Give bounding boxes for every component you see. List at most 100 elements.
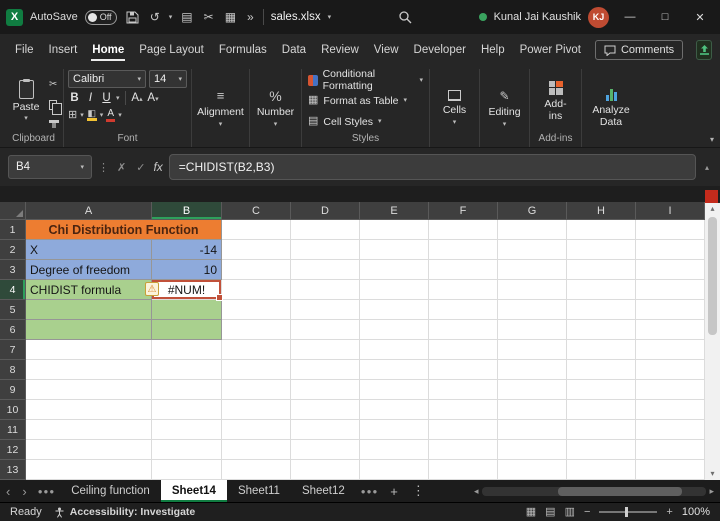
cell-B7[interactable] bbox=[152, 340, 222, 360]
italic-button[interactable]: I bbox=[84, 90, 97, 106]
cell-B8[interactable] bbox=[152, 360, 222, 380]
cell-C11[interactable] bbox=[222, 420, 291, 440]
undo-icon[interactable]: ↺ bbox=[148, 11, 162, 23]
minimize-button[interactable]: — bbox=[616, 3, 644, 31]
tab-formulas[interactable]: Formulas bbox=[218, 36, 268, 64]
cell-D1[interactable] bbox=[291, 220, 360, 240]
column-header-B[interactable]: B bbox=[152, 202, 222, 220]
cell-H6[interactable] bbox=[567, 320, 636, 340]
cell-I13[interactable] bbox=[636, 460, 705, 480]
cell-A5[interactable] bbox=[26, 300, 152, 320]
cell-H4[interactable] bbox=[567, 280, 636, 300]
cell-E12[interactable] bbox=[360, 440, 429, 460]
row-header-13[interactable]: 13 bbox=[0, 460, 26, 480]
cell-G2[interactable] bbox=[498, 240, 567, 260]
cell-C6[interactable] bbox=[222, 320, 291, 340]
cell-G8[interactable] bbox=[498, 360, 567, 380]
cell-C5[interactable] bbox=[222, 300, 291, 320]
cell-H7[interactable] bbox=[567, 340, 636, 360]
cell-E10[interactable] bbox=[360, 400, 429, 420]
row-header-8[interactable]: 8 bbox=[0, 360, 26, 380]
sheet-options-icon[interactable]: ⋮ bbox=[405, 480, 432, 502]
cell-G1[interactable] bbox=[498, 220, 567, 240]
scroll-right-icon[interactable]: ▸ bbox=[709, 486, 714, 497]
scissors-icon[interactable]: ✂ bbox=[202, 11, 216, 23]
cell-F9[interactable] bbox=[429, 380, 498, 400]
page-layout-view-icon[interactable]: ▤ bbox=[545, 506, 555, 518]
formula-bar-grip[interactable]: ⋮ bbox=[98, 161, 109, 174]
cell-D13[interactable] bbox=[291, 460, 360, 480]
cell-B4[interactable]: #NUM! bbox=[152, 280, 223, 301]
cell-C12[interactable] bbox=[222, 440, 291, 460]
cell-C2[interactable] bbox=[222, 240, 291, 260]
cell-F2[interactable] bbox=[429, 240, 498, 260]
cell-F1[interactable] bbox=[429, 220, 498, 240]
tab-data[interactable]: Data bbox=[281, 36, 307, 64]
font-color-button[interactable]: A bbox=[106, 108, 116, 122]
fill-color-chevron-icon[interactable]: ▾ bbox=[100, 112, 104, 119]
cell-A12[interactable] bbox=[26, 440, 152, 460]
format-as-table-button[interactable]: ▦ Format as Table ▾ bbox=[306, 92, 425, 110]
cell-A7[interactable] bbox=[26, 340, 152, 360]
cell-H1[interactable] bbox=[567, 220, 636, 240]
borders-chevron-icon[interactable]: ▾ bbox=[80, 112, 84, 119]
quick-access-overflow-icon[interactable]: » bbox=[245, 11, 256, 23]
increase-font-size-button[interactable]: A▴ bbox=[131, 90, 144, 106]
tab-review[interactable]: Review bbox=[320, 36, 360, 64]
cell-B6[interactable] bbox=[152, 320, 222, 340]
cell-D10[interactable] bbox=[291, 400, 360, 420]
cell-G6[interactable] bbox=[498, 320, 567, 340]
cells-button[interactable]: Cells ▾ bbox=[434, 70, 475, 146]
cell-B11[interactable] bbox=[152, 420, 222, 440]
tab-help[interactable]: Help bbox=[480, 36, 506, 64]
column-header-F[interactable]: F bbox=[429, 202, 498, 220]
row-header-7[interactable]: 7 bbox=[0, 340, 26, 360]
cell-A4[interactable]: CHIDIST formula ⚠ bbox=[26, 280, 159, 300]
cell-A11[interactable] bbox=[26, 420, 152, 440]
cell-E6[interactable] bbox=[360, 320, 429, 340]
cell-F6[interactable] bbox=[429, 320, 498, 340]
error-checking-icon[interactable]: ⚠ bbox=[145, 282, 159, 296]
scroll-down-icon[interactable]: ▾ bbox=[710, 468, 714, 480]
cell-C7[interactable] bbox=[222, 340, 291, 360]
zoom-slider[interactable] bbox=[599, 507, 658, 517]
cell-I9[interactable] bbox=[636, 380, 705, 400]
cell-C13[interactable] bbox=[222, 460, 291, 480]
tab-power-pivot[interactable]: Power Pivot bbox=[519, 36, 582, 64]
cell-H11[interactable] bbox=[567, 420, 636, 440]
horizontal-scroll-track[interactable] bbox=[481, 486, 707, 496]
cell-G11[interactable] bbox=[498, 420, 567, 440]
cell-C4[interactable] bbox=[222, 280, 291, 300]
row-header-2[interactable]: 2 bbox=[0, 240, 26, 260]
sheet-list-icon[interactable]: ●●● bbox=[33, 480, 61, 502]
cell-H13[interactable] bbox=[567, 460, 636, 480]
collapse-ribbon-icon[interactable]: ▾ bbox=[710, 135, 714, 144]
column-header-C[interactable]: C bbox=[222, 202, 291, 220]
zoom-out-icon[interactable]: − bbox=[584, 506, 590, 518]
tab-view[interactable]: View bbox=[373, 36, 400, 64]
column-header-A[interactable]: A bbox=[26, 202, 152, 220]
chart-icon[interactable]: ▦ bbox=[223, 11, 238, 23]
zoom-level[interactable]: 100% bbox=[682, 506, 710, 518]
row-header-9[interactable]: 9 bbox=[0, 380, 26, 400]
cell-I5[interactable] bbox=[636, 300, 705, 320]
row-header-3[interactable]: 3 bbox=[0, 260, 26, 280]
row-header-12[interactable]: 12 bbox=[0, 440, 26, 460]
cancel-icon[interactable]: ✗ bbox=[115, 161, 128, 174]
maximize-button[interactable]: □ bbox=[651, 3, 679, 31]
cell-A10[interactable] bbox=[26, 400, 152, 420]
row-header-11[interactable]: 11 bbox=[0, 420, 26, 440]
vertical-scrollbar[interactable]: ▴ ▾ bbox=[705, 203, 720, 480]
fill-color-button[interactable]: ◧ bbox=[86, 109, 97, 121]
cell-D9[interactable] bbox=[291, 380, 360, 400]
cell-E2[interactable] bbox=[360, 240, 429, 260]
cell-D8[interactable] bbox=[291, 360, 360, 380]
cell-C9[interactable] bbox=[222, 380, 291, 400]
cell-E11[interactable] bbox=[360, 420, 429, 440]
cell-A1[interactable]: Chi Distribution Function bbox=[26, 220, 222, 240]
cell-C3[interactable] bbox=[222, 260, 291, 280]
page-break-view-icon[interactable]: ▥ bbox=[565, 506, 575, 518]
undo-chevron-icon[interactable]: ▾ bbox=[169, 14, 173, 21]
cell-I3[interactable] bbox=[636, 260, 705, 280]
cell-F8[interactable] bbox=[429, 360, 498, 380]
